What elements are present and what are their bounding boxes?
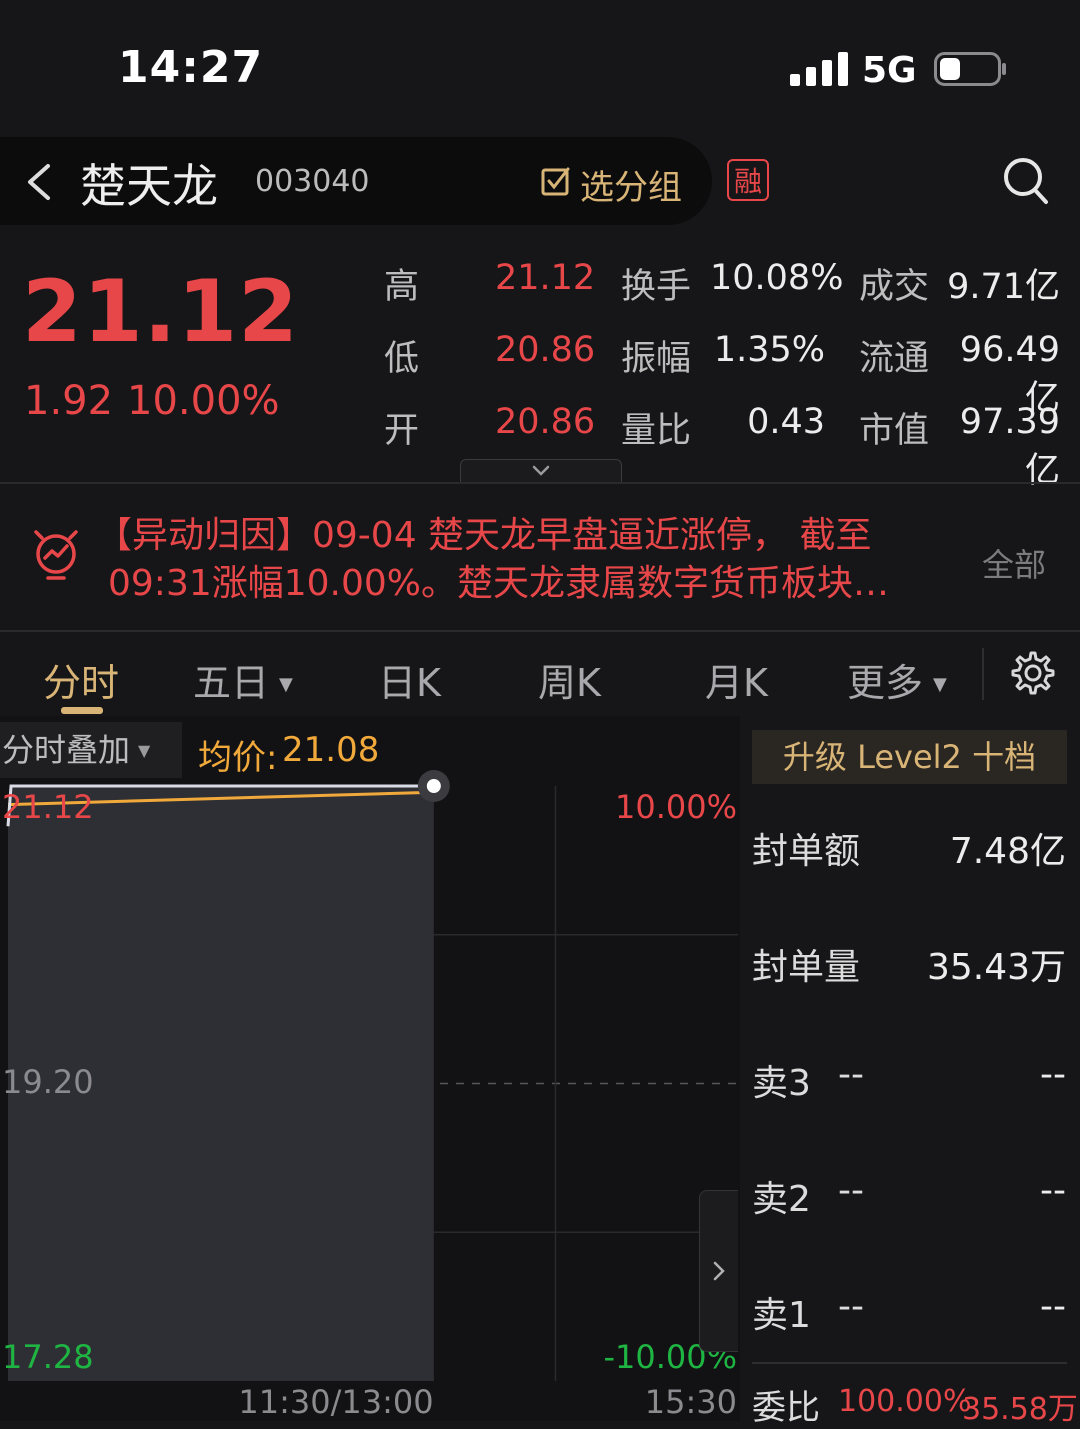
ask-price-1: -- — [838, 1286, 864, 1327]
avg-price-label: 均价: — [198, 738, 278, 778]
news-all-link[interactable]: 全部 — [982, 540, 1046, 586]
tab-five-day-label: 五日 — [193, 661, 270, 705]
tab-more[interactable]: 更多 ▼ — [847, 652, 947, 707]
tab-intraday[interactable]: 分时 — [43, 652, 119, 707]
price-change-pct: 10.00% — [127, 378, 280, 424]
x-axis-label-mid: 11:30/13:00 — [238, 1383, 433, 1421]
overlay-selector-label: 分时叠加 — [2, 731, 131, 769]
seal-amount-label: 封单额 — [752, 831, 861, 872]
divider — [982, 648, 984, 700]
ask-volume-2: -- — [1040, 1170, 1066, 1211]
overlay-selector[interactable]: 分时叠加 ▼ — [0, 722, 182, 778]
ask-volume-3: -- — [1040, 1054, 1066, 1095]
stat-value-market-cap: 97.39亿 — [959, 402, 1060, 491]
last-price: 21.12 — [22, 262, 300, 362]
caret-down-icon: ▼ — [138, 741, 151, 760]
news-line-2: 09:31涨幅10.00%。楚天龙隶属数字货币板块… — [108, 563, 890, 604]
ask-label-2: 卖2 — [752, 1179, 811, 1220]
order-ratio-label: 委比 — [752, 1388, 820, 1428]
tab-weekly-k[interactable]: 周K — [538, 652, 601, 707]
caret-down-icon: ▼ — [933, 674, 947, 695]
x-axis-label-end: 15:30 — [645, 1383, 737, 1421]
price-change: 1.92 — [24, 378, 114, 424]
y-axis-label-bottom: 17.28 — [2, 1338, 94, 1376]
battery-icon — [934, 52, 1006, 86]
tab-daily-k[interactable]: 日K — [378, 652, 441, 707]
stat-value-volume: 9.71亿 — [947, 267, 1060, 307]
tab-active-indicator — [61, 707, 103, 714]
ask-label-1: 卖1 — [752, 1295, 811, 1336]
y-axis-label-mid: 19.20 — [2, 1063, 94, 1101]
seal-volume-label: 封单量 — [752, 947, 861, 988]
stat-label-open: 开 — [384, 411, 420, 451]
expand-stats-button[interactable] — [460, 459, 622, 484]
divider — [0, 630, 1080, 632]
intraday-chart[interactable]: 21.12 19.20 17.28 10.00% -10.00% 11:30/1… — [0, 716, 740, 1421]
seal-amount-value: 7.48亿 — [949, 831, 1066, 872]
upgrade-level2-button[interactable]: 升级 Level2 十档 — [752, 730, 1067, 784]
checkbox-edit-icon[interactable] — [541, 166, 571, 196]
stock-name: 楚天龙 — [80, 159, 218, 213]
stat-label-float: 流通 — [859, 339, 930, 379]
tab-monthly-k[interactable]: 月K — [705, 652, 768, 707]
stat-value-volume-ratio: 0.43 — [747, 402, 825, 442]
expand-panel-button[interactable] — [699, 1190, 738, 1352]
search-icon[interactable] — [1002, 156, 1050, 206]
news-line-1: 【异动归因】09-04 楚天龙早盘逼近涨停， 截至 — [96, 515, 872, 556]
stat-label-low: 低 — [384, 339, 420, 379]
tab-more-label: 更多 — [847, 661, 924, 705]
avg-price-value: 21.08 — [282, 730, 380, 770]
divider — [752, 1362, 1067, 1364]
seal-volume-value: 35.43万 — [926, 947, 1066, 988]
stat-value-high: 21.12 — [495, 258, 596, 298]
stat-value-amplitude: 1.35% — [713, 330, 825, 370]
stat-label-volume-ratio: 量比 — [621, 411, 692, 451]
gear-icon[interactable] — [1010, 650, 1056, 696]
alarm-bulb-icon — [34, 530, 78, 580]
network-type: 5G — [862, 50, 917, 91]
chevron-left-icon[interactable] — [24, 160, 54, 204]
tab-five-day[interactable]: 五日 ▼ — [193, 652, 293, 707]
stat-value-turnover: 10.08% — [710, 258, 844, 298]
ask-label-3: 卖3 — [752, 1063, 811, 1104]
y-axis-label-top: 21.12 — [2, 788, 94, 826]
stat-label-high: 高 — [384, 267, 420, 307]
stat-label-turnover: 换手 — [621, 267, 692, 307]
chevron-down-icon — [532, 465, 550, 476]
divider — [0, 482, 1080, 484]
margin-badge[interactable]: 融 — [727, 159, 769, 201]
pct-axis-label-top: 10.00% — [615, 788, 737, 826]
order-ratio-volume: 35.58万 — [962, 1392, 1078, 1427]
order-ratio-pct: 100.00% — [838, 1384, 972, 1419]
stat-label-volume: 成交 — [859, 267, 930, 307]
status-time: 14:27 — [118, 42, 264, 93]
stat-value-open: 20.86 — [495, 402, 596, 442]
caret-down-icon: ▼ — [279, 674, 293, 695]
stock-code: 003040 — [255, 164, 370, 199]
ask-volume-1: -- — [1040, 1286, 1066, 1327]
chevron-right-icon — [713, 1261, 725, 1281]
select-group-button[interactable]: 选分组 — [580, 160, 682, 209]
ask-price-3: -- — [838, 1054, 864, 1095]
last-point-marker — [426, 779, 441, 793]
stat-label-amplitude: 振幅 — [621, 339, 692, 379]
signal-icon — [790, 52, 848, 86]
stat-label-market-cap: 市值 — [859, 411, 930, 451]
news-alert[interactable]: 【异动归因】09-04 楚天龙早盘逼近涨停， 截至 09:31涨幅10.00%。… — [96, 512, 976, 608]
stat-value-low: 20.86 — [495, 330, 596, 370]
ask-price-2: -- — [838, 1170, 864, 1211]
